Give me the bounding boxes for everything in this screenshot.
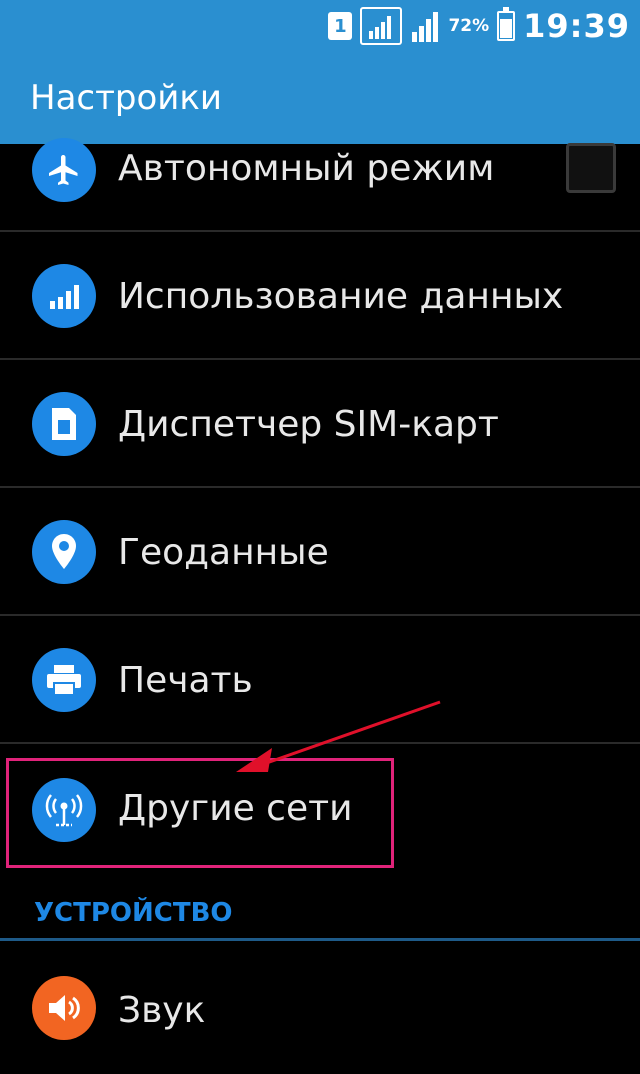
printer-icon: [32, 648, 96, 712]
data-usage-icon: [32, 264, 96, 328]
battery-percent: 72%: [448, 16, 490, 36]
settings-item-printing[interactable]: Печать: [0, 616, 640, 744]
settings-item-label: Автономный режим: [118, 147, 495, 189]
settings-item-label: Печать: [118, 659, 253, 701]
settings-item-label: Звук: [118, 989, 206, 1031]
battery-icon: [497, 7, 516, 41]
signal-strength-icon-primary: [360, 7, 403, 45]
sim-card-icon: [32, 392, 96, 456]
clock: 19:39: [523, 7, 630, 45]
settings-item-sound[interactable]: Звук: [0, 946, 640, 1074]
section-divider: [0, 938, 640, 941]
sim-indicator: 1: [328, 12, 353, 40]
settings-item-location[interactable]: Геоданные: [0, 488, 640, 616]
status-bar: 1 72% 19:39: [0, 0, 640, 52]
settings-item-sim-manager[interactable]: Диспетчер SIM-карт: [0, 360, 640, 488]
section-header-device: УСТРОЙСТВО: [34, 898, 233, 928]
status-icons: 1 72% 19:39: [328, 0, 630, 52]
settings-item-data-usage[interactable]: Использование данных: [0, 232, 640, 360]
airplane-mode-checkbox[interactable]: [566, 143, 616, 193]
battery-fill: [500, 19, 513, 38]
signal-strength-icon-secondary: [410, 10, 440, 42]
airplane-icon: [32, 138, 96, 202]
speaker-icon: [32, 976, 96, 1040]
settings-item-label: Диспетчер SIM-карт: [118, 403, 499, 445]
highlight-box: [6, 758, 394, 868]
settings-item-airplane-mode[interactable]: Автономный режим: [0, 104, 640, 232]
settings-item-label: Геоданные: [118, 531, 329, 573]
location-pin-icon: [32, 520, 96, 584]
settings-item-label: Использование данных: [118, 275, 564, 317]
